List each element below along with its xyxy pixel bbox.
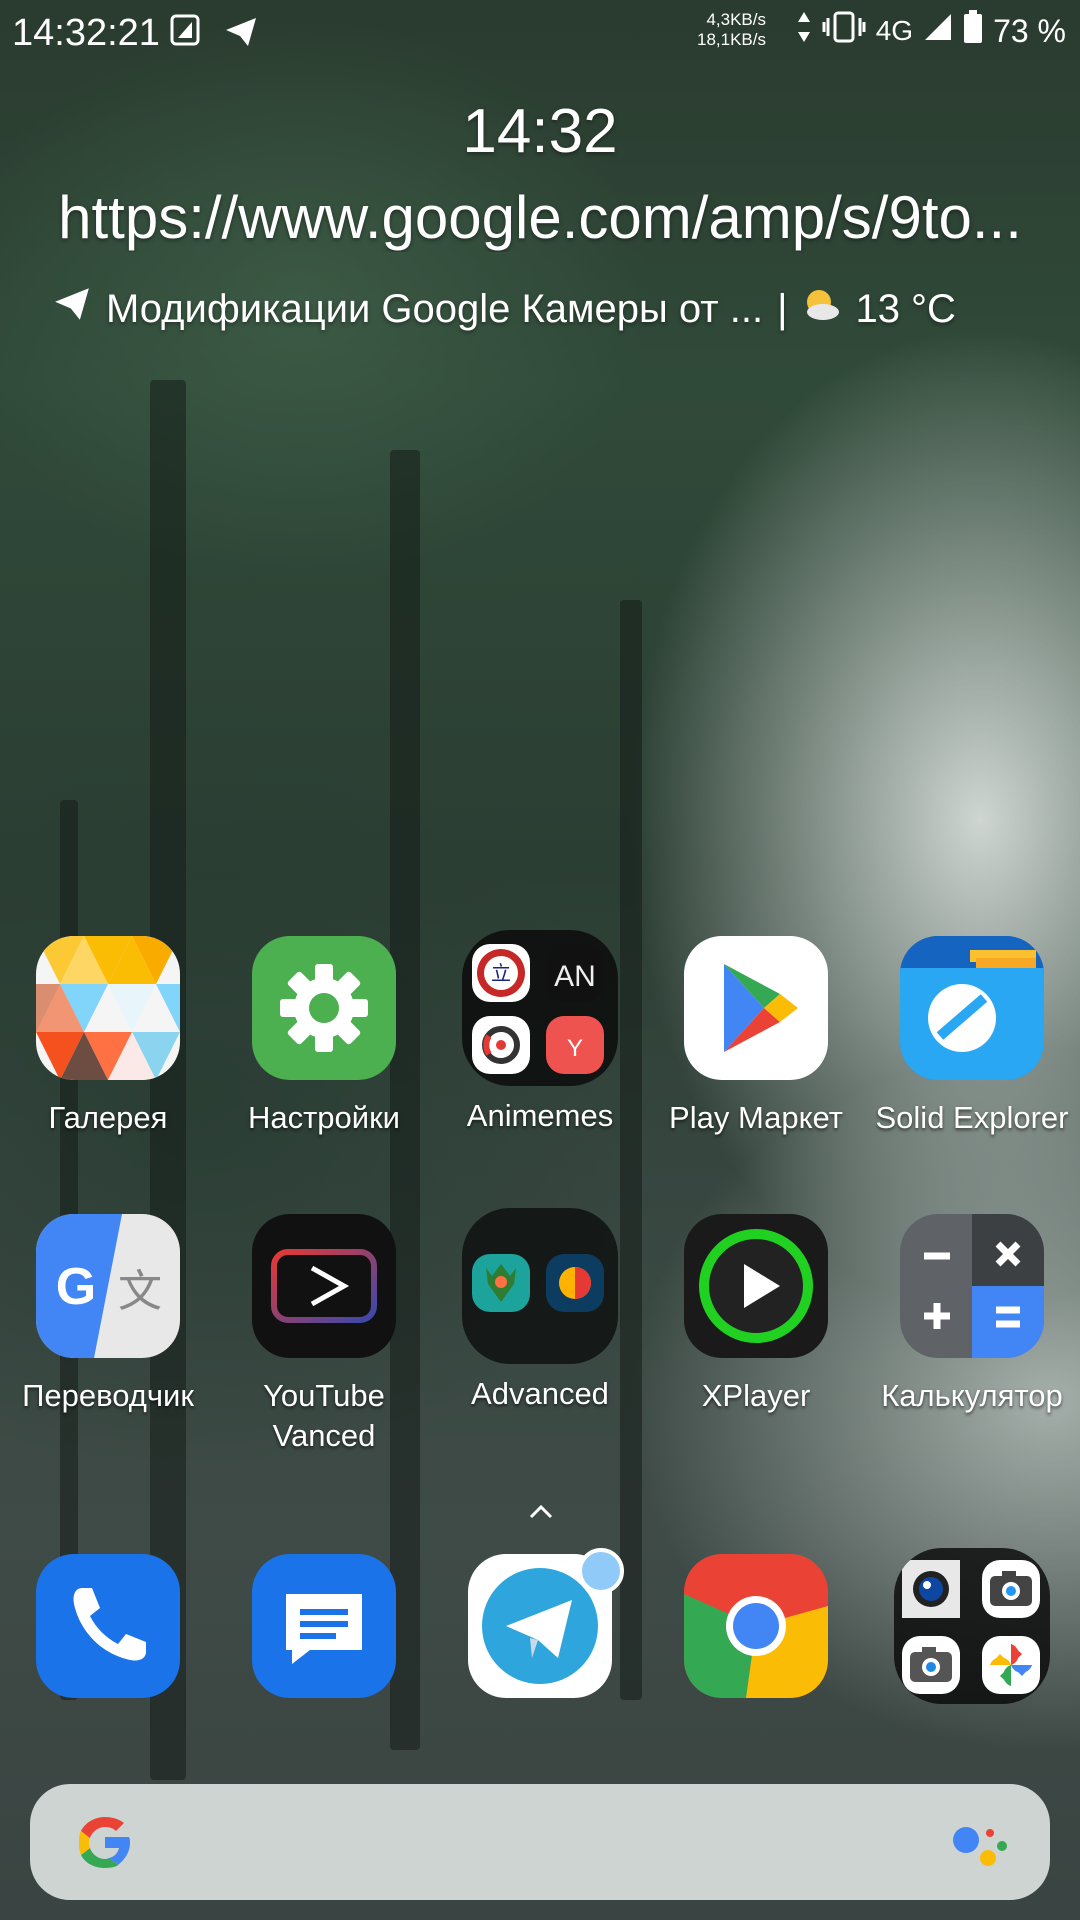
app-label: Solid Explorer [875, 1100, 1069, 1135]
app-gallery[interactable]: Галерея [8, 936, 208, 1138]
youtube-vanced-icon [252, 1214, 396, 1358]
widget-url[interactable]: https://www.google.com/amp/s/9to... [0, 183, 1080, 252]
svg-text:G: G [56, 1258, 96, 1316]
telegram-icon [52, 286, 92, 332]
folder-icon: 立 AN Y [462, 930, 618, 1086]
app-label: Переводчик [22, 1378, 194, 1413]
mini-app-glyph: Y [567, 1035, 583, 1062]
app-label: Галерея [48, 1100, 168, 1135]
widget-temperature[interactable]: 13 °C [855, 287, 956, 332]
dock-chrome[interactable] [656, 1554, 856, 1698]
xplayer-icon [684, 1214, 828, 1358]
mini-app-icon [472, 1016, 530, 1074]
app-label: Настройки [247, 1100, 400, 1135]
network-speed: 4,3KB/s 18,1KB/s [680, 10, 766, 50]
folder-animemes[interactable]: 立 AN Y Animemes [440, 930, 640, 1136]
play-store-icon [684, 936, 828, 1080]
app-play-store[interactable]: Play Маркет [656, 936, 856, 1138]
mini-app-icon: 立 [472, 944, 530, 1002]
app-label: YouTube Vanced [263, 1378, 385, 1453]
net-up-speed: 4,3KB/s [706, 10, 766, 29]
dock-messages[interactable] [224, 1554, 424, 1698]
status-time: 14:32:21 [12, 12, 160, 54]
status-bar: 14:32:21 4,3KB/s 18,1KB/s 4G 73 % [0, 0, 1080, 64]
folder-icon [462, 1208, 618, 1364]
dock-phone[interactable] [8, 1554, 208, 1698]
app-youtube-vanced[interactable]: YouTube Vanced [224, 1214, 424, 1456]
mini-app-icon: Y [546, 1016, 604, 1074]
translate-icon: G 文 [36, 1214, 180, 1358]
calculator-icon [900, 1214, 1044, 1358]
settings-icon [252, 936, 396, 1080]
app-label: Advanced [471, 1376, 609, 1411]
app-label: XPlayer [701, 1378, 811, 1413]
screenshot-icon [170, 14, 200, 51]
dock-camera-folder[interactable] [872, 1548, 1072, 1704]
telegram-icon [224, 16, 258, 53]
google-g-icon[interactable] [74, 1812, 136, 1879]
data-arrows-icon [796, 10, 812, 52]
network-type: 4G [875, 15, 914, 46]
widget-separator: | [777, 286, 788, 331]
app-translate[interactable]: G 文 Переводчик [8, 1214, 208, 1416]
svg-text:文: 文 [118, 1266, 162, 1317]
magisk-icon [472, 1254, 530, 1312]
mini-app-icon [982, 1560, 1040, 1618]
app-solid-explorer[interactable]: Solid Explorer [872, 936, 1072, 1138]
chevron-up-icon[interactable] [528, 1490, 554, 1529]
mini-app-glyph: AN [554, 960, 596, 993]
sun-cloud-icon [801, 286, 841, 332]
mini-app-icon: AN [546, 944, 604, 1002]
app-calculator[interactable]: Калькулятор [872, 1214, 1072, 1416]
widget-news[interactable]: Модификации Google Камеры от ... [106, 287, 763, 332]
app-settings[interactable]: Настройки [224, 936, 424, 1138]
vibrate-icon [822, 10, 866, 52]
widget-info-line[interactable]: Модификации Google Камеры от ... | 13 °C [52, 286, 956, 332]
camera-folder-icon [894, 1548, 1050, 1704]
google-search-bar[interactable] [30, 1784, 1050, 1900]
google-assistant-icon[interactable] [950, 1820, 1010, 1875]
battery-icon [963, 10, 983, 52]
notification-badge [578, 1548, 624, 1594]
messages-icon [252, 1554, 396, 1698]
signal-icon [923, 12, 953, 50]
chrome-icon [684, 1554, 828, 1698]
background-tree [620, 600, 642, 1700]
phone-icon [36, 1554, 180, 1698]
folder-advanced[interactable]: Advanced [440, 1208, 640, 1414]
battery-level: 73 % [993, 12, 1066, 49]
solid-explorer-icon [900, 936, 1044, 1080]
mini-app-icon [546, 1254, 604, 1312]
mini-app-icon [902, 1636, 960, 1694]
net-down-speed: 18,1KB/s [697, 30, 766, 49]
mini-app-glyph: 立 [491, 961, 511, 985]
dock-telegram[interactable] [440, 1548, 640, 1698]
google-photos-icon [982, 1636, 1040, 1694]
widget-clock[interactable]: 14:32 [0, 96, 1080, 167]
mini-app-icon [902, 1560, 960, 1618]
app-label: Animemes [466, 1098, 614, 1133]
app-label: Play Маркет [669, 1100, 843, 1135]
app-label: Калькулятор [881, 1378, 1063, 1413]
app-xplayer[interactable]: XPlayer [656, 1214, 856, 1416]
gallery-icon [36, 936, 180, 1080]
